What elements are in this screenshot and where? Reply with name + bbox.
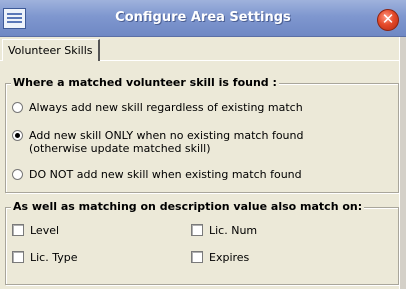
radio-do-not-add[interactable]: DO NOT add new skill when existing match… <box>12 168 302 181</box>
radio-label: Add new skill ONLY when no existing matc… <box>29 129 303 155</box>
radio-always-add[interactable]: Always add new skill regardless of exist… <box>12 101 303 114</box>
radio-label: DO NOT add new skill when existing match… <box>29 168 302 181</box>
checkbox[interactable] <box>191 224 203 236</box>
radio-add-if-no-match[interactable]: Add new skill ONLY when no existing matc… <box>12 129 303 155</box>
radio-label-line2: (otherwise update matched skill) <box>29 142 211 155</box>
radio-button-selected[interactable] <box>12 130 23 141</box>
checkbox[interactable] <box>12 251 24 263</box>
radio-button[interactable] <box>12 102 23 113</box>
window-icon <box>3 8 26 29</box>
radio-label-line1: Add new skill ONLY when no existing matc… <box>29 129 304 142</box>
window-edge <box>399 37 406 289</box>
also-match-group: As well as matching on description value… <box>5 200 399 285</box>
checkbox-level[interactable]: Level <box>12 224 59 237</box>
checkbox-label: Lic. Num <box>209 224 258 237</box>
checkbox[interactable] <box>12 224 24 236</box>
radio-button[interactable] <box>12 169 23 180</box>
checkbox-label: Expires <box>209 251 250 264</box>
checkbox-lic-type[interactable]: Lic. Type <box>12 251 78 264</box>
match-options-group: Where a matched volunteer skill is found… <box>5 76 399 193</box>
checkbox-lic-num[interactable]: Lic. Num <box>191 224 257 237</box>
checkbox-expires[interactable]: Expires <box>191 251 249 264</box>
close-button[interactable]: ✕ <box>377 9 399 31</box>
also-match-legend: As well as matching on description value… <box>11 200 365 213</box>
window-title: Configure Area Settings <box>115 10 291 25</box>
radio-label: Always add new skill regardless of exist… <box>29 101 303 114</box>
match-options-legend: Where a matched volunteer skill is found… <box>11 76 279 89</box>
checkbox-label: Level <box>30 224 60 237</box>
checkbox[interactable] <box>191 251 203 263</box>
tab-volunteer-skills[interactable]: Volunteer Skills <box>2 39 100 61</box>
checkbox-label: Lic. Type <box>30 251 78 264</box>
title-bar[interactable]: Configure Area Settings ✕ <box>0 0 406 37</box>
